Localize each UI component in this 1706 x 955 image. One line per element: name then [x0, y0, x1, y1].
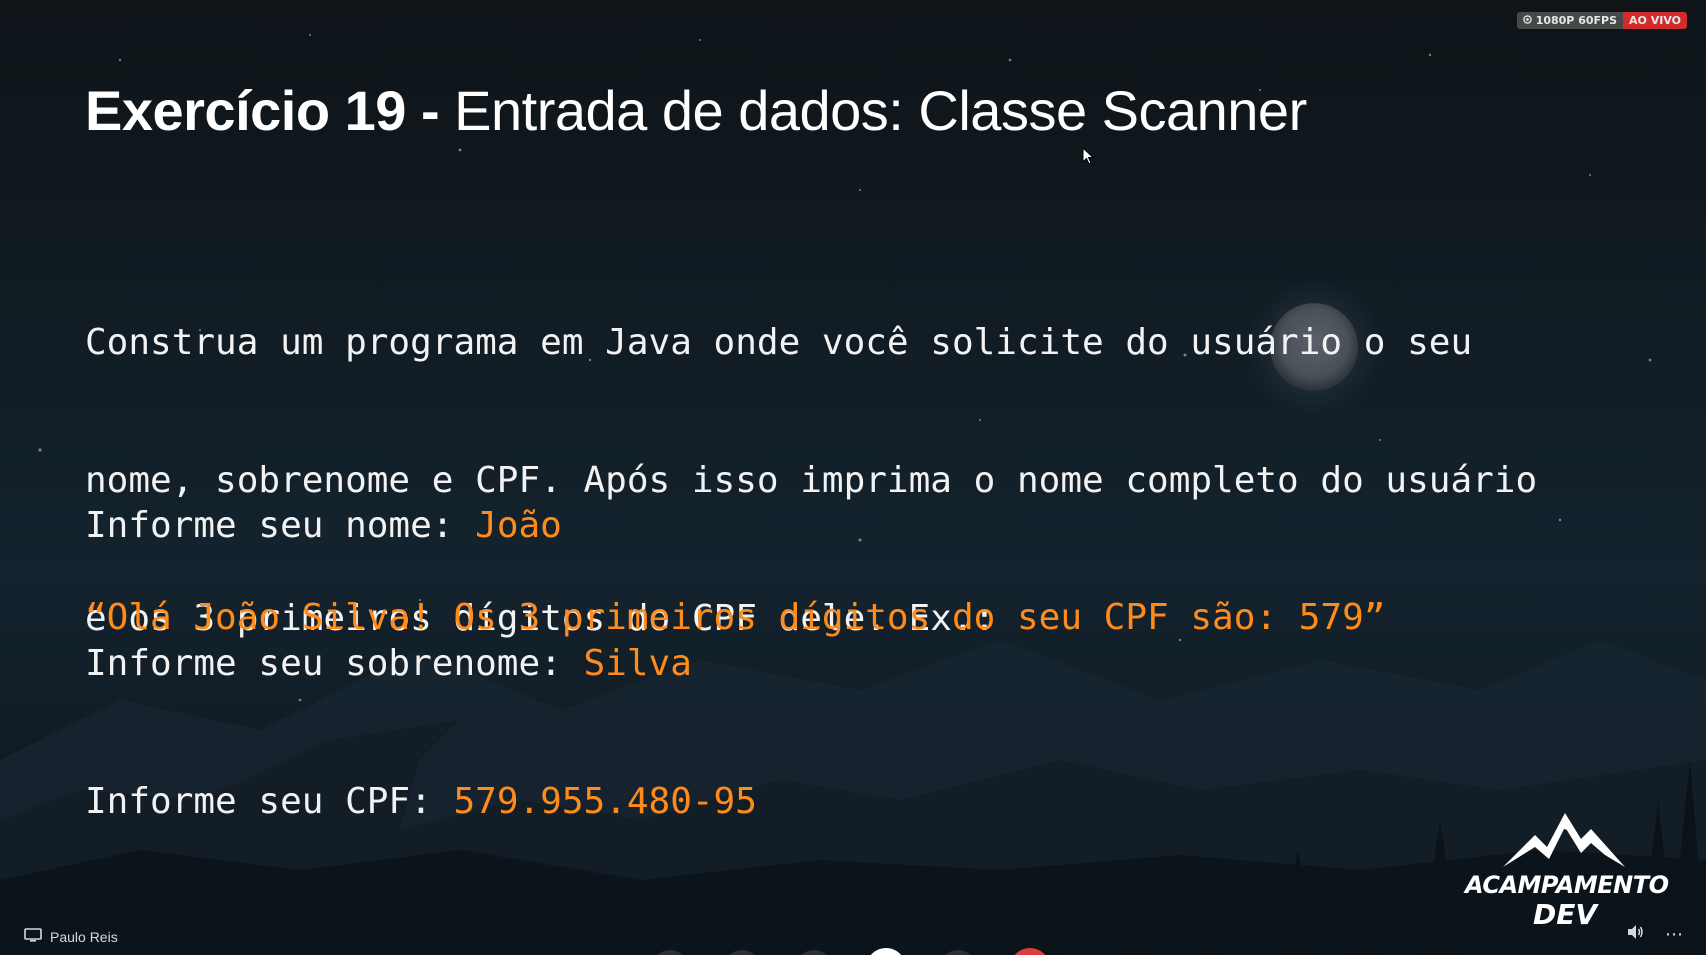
example-io: Informe seu nome: João Informe seu sobre… — [85, 411, 757, 917]
call-controls-peek — [657, 948, 1046, 955]
live-label: AO VIVO — [1623, 12, 1687, 29]
control-button — [657, 950, 683, 955]
example-prompt: Informe seu sobrenome: — [85, 643, 584, 684]
more-icon[interactable]: ⋯ — [1665, 924, 1684, 945]
example-prompt: Informe seu CPF: — [85, 781, 454, 822]
slide-title: Exercício 19 - Entrada de dados: Classe … — [85, 78, 1307, 143]
slide-title-text: Entrada de dados: Classe Scanner — [454, 79, 1307, 142]
control-button — [870, 948, 902, 955]
example-line-name: Informe seu nome: João — [85, 503, 757, 549]
example-output: “Olá João Silva! Os 3 primeiros dígitos … — [85, 597, 1386, 638]
presenter-name: Paulo Reis — [50, 928, 118, 945]
camera-icon — [1522, 14, 1532, 27]
cursor-icon — [1082, 147, 1095, 165]
instruction-line: Construa um programa em Java onde você s… — [85, 322, 1473, 363]
quality-indicator: 1080P 60FPS — [1516, 12, 1624, 29]
speaker-icon[interactable] — [1626, 924, 1644, 945]
control-button — [1014, 948, 1046, 955]
example-prompt: Informe seu nome: — [85, 505, 476, 546]
example-line-surname: Informe seu sobrenome: Silva — [85, 641, 757, 687]
presenter-info: Paulo Reis — [24, 928, 118, 945]
logo-line-1: ACAMPAMENTO — [1465, 871, 1669, 899]
example-value: Silva — [583, 643, 692, 684]
control-button — [729, 950, 755, 955]
screen-share-icon — [24, 928, 42, 945]
quality-label: 1080P 60FPS — [1535, 14, 1618, 27]
control-button — [801, 950, 827, 955]
stream-status-badge: 1080P 60FPS AO VIVO — [1516, 12, 1687, 29]
example-value: 579.955.480-95 — [453, 781, 757, 822]
control-button — [945, 950, 971, 955]
slide-title-number: Exercício 19 - — [85, 79, 440, 142]
example-value: João — [475, 505, 562, 546]
presentation-slide: 1080P 60FPS AO VIVO Exercício 19 - Entra… — [0, 0, 1706, 955]
example-line-cpf: Informe seu CPF: 579.955.480-95 — [85, 779, 757, 825]
